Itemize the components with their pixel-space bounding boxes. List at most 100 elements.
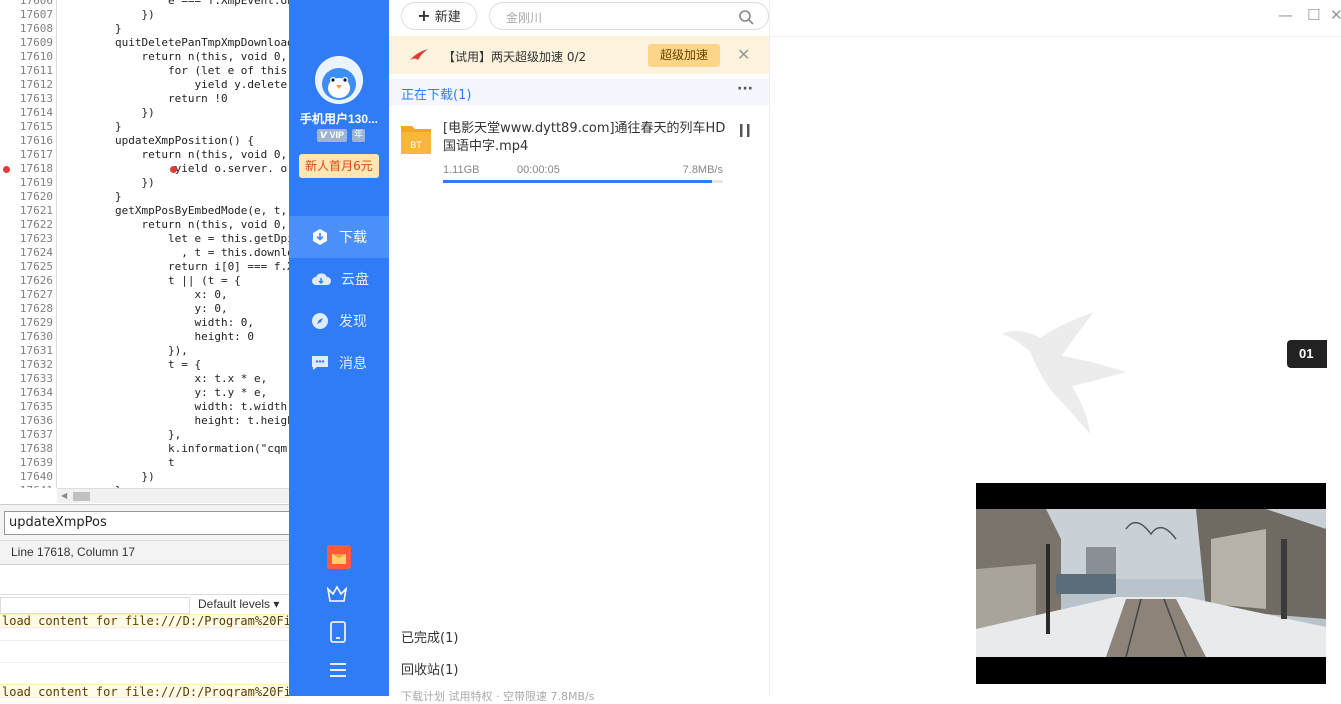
code-line[interactable]: width: t.width [62, 400, 287, 414]
code-line[interactable]: getXmpPosByEmbedMode(e, t, [62, 204, 287, 218]
gift-icon[interactable] [326, 544, 352, 574]
more-icon[interactable]: ··· [737, 81, 753, 97]
line-number[interactable]: 17623 [0, 232, 53, 246]
breakpoint-marker[interactable] [3, 166, 10, 173]
code-line[interactable]: width: 0, [62, 316, 254, 330]
menu-icon[interactable] [329, 662, 347, 682]
line-number[interactable]: 17629 [0, 316, 53, 330]
line-number[interactable]: 17624 [0, 246, 53, 260]
code-line[interactable]: return n(this, void 0, [62, 148, 287, 162]
line-number[interactable]: 17613 [0, 92, 53, 106]
line-number[interactable]: 17619 [0, 176, 53, 190]
code-line[interactable]: x: 0, [62, 288, 227, 302]
code-line[interactable]: height: t.heigh [62, 414, 290, 428]
console-filter-input[interactable] [0, 597, 190, 614]
line-number[interactable]: 17632 [0, 358, 53, 372]
nav-messages[interactable]: 消息 [289, 342, 389, 384]
minimize-icon[interactable]: — [1278, 6, 1293, 24]
super-boost-button[interactable]: 超级加速 [648, 44, 720, 67]
code-line[interactable]: t [62, 456, 175, 470]
code-line[interactable]: height: 0 [62, 330, 254, 344]
log-levels-dropdown[interactable]: Default levels ▾ [198, 597, 279, 611]
line-number[interactable]: 17628 [0, 302, 53, 316]
maximize-icon[interactable]: ☐ [1307, 6, 1320, 24]
scroll-left-icon[interactable]: ◀ [61, 491, 67, 500]
search-input[interactable]: 金刚川 [489, 2, 769, 30]
line-number[interactable]: 17630 [0, 330, 53, 344]
code-line[interactable]: return n(this, void 0, [62, 218, 287, 232]
code-line[interactable]: x: t.x * e, [62, 372, 267, 386]
line-number[interactable]: 17616 [0, 134, 53, 148]
line-number[interactable]: 17638 [0, 442, 53, 456]
line-number[interactable]: 17611 [0, 64, 53, 78]
horizontal-scrollbar[interactable]: ◀ [57, 488, 290, 503]
nav-download[interactable]: 下载 [289, 216, 389, 258]
code-line[interactable]: let e = this.getDpi [62, 232, 290, 246]
code-line[interactable]: y: t.y * e, [62, 386, 267, 400]
line-number[interactable]: 17617 [0, 148, 53, 162]
line-number[interactable]: 17607 [0, 8, 53, 22]
code-line[interactable]: t = { [62, 358, 201, 372]
line-number[interactable]: 17615 [0, 120, 53, 134]
code-line[interactable]: for (let e of this. [62, 64, 290, 78]
code-line[interactable]: }) [62, 470, 154, 484]
code-line[interactable]: }) [62, 176, 154, 190]
completed-section[interactable]: 已完成(1) [401, 627, 458, 646]
code-line[interactable]: yield y.delete [62, 78, 287, 92]
recycle-bin-section[interactable]: 回收站(1) [401, 659, 458, 678]
line-number[interactable]: 17622 [0, 218, 53, 232]
line-number[interactable]: 17606 [0, 0, 53, 8]
line-gutter[interactable]: 17606 17607 17608 17609 17610 17611 17612 17613… [0, 0, 57, 488]
line-number[interactable]: 17637 [0, 428, 53, 442]
line-number[interactable]: 17608 [0, 22, 53, 36]
code-line[interactable]: quitDeletePanTmpXmpDownload [62, 36, 290, 50]
line-number[interactable]: 17614 [0, 106, 53, 120]
line-number[interactable]: 17636 [0, 414, 53, 428]
code-line[interactable]: t || (t = { [62, 274, 241, 288]
code-editor[interactable]: 17606 17607 17608 17609 17610 17611 17612 17613… [0, 0, 290, 488]
line-number[interactable]: 17641 [0, 484, 53, 488]
downloading-section-header[interactable]: 正在下载(1) ··· [389, 79, 769, 106]
line-number[interactable]: 17627 [0, 288, 53, 302]
code-line[interactable]: y: 0, [62, 302, 227, 316]
close-window-icon[interactable]: ✕ [1330, 6, 1341, 24]
task-filename[interactable]: [电影天堂www.dytt89.com]通往春天的列车HD国语中字.mp4 [443, 120, 728, 156]
line-number[interactable]: 17639 [0, 456, 53, 470]
pause-icon[interactable] [739, 124, 751, 137]
code-line[interactable]: return !0 [62, 92, 228, 106]
crown-icon[interactable] [326, 584, 348, 608]
line-number[interactable]: 17634 [0, 386, 53, 400]
promo-button[interactable]: 新人首月6元 [299, 154, 379, 178]
code-line[interactable]: updateXmpPosition() { [62, 134, 254, 148]
phone-icon[interactable] [330, 621, 346, 647]
code-line[interactable]: } [62, 22, 122, 36]
line-number[interactable]: 17620 [0, 190, 53, 204]
code-line[interactable]: } [62, 120, 122, 134]
code-line[interactable]: }), [62, 344, 188, 358]
inline-breakpoint-icon[interactable] [170, 166, 177, 173]
code-line[interactable]: }) [62, 106, 154, 120]
line-number[interactable]: 17610 [0, 50, 53, 64]
code-line[interactable]: }, [62, 428, 181, 442]
code-line[interactable]: , t = this.downlo [62, 246, 290, 260]
username[interactable]: 手机用户130... [289, 110, 389, 127]
line-number[interactable]: 17640 [0, 470, 53, 484]
code-line[interactable]: e === f.XmpEvent.on [62, 0, 290, 8]
video-preview[interactable] [976, 483, 1326, 684]
code-line[interactable]: k.information("cqm [62, 442, 287, 456]
scroll-thumb[interactable] [73, 492, 90, 501]
nav-discover[interactable]: 发现 [289, 300, 389, 342]
code-line[interactable]: }) [62, 8, 154, 22]
avatar[interactable] [315, 56, 363, 104]
close-icon[interactable]: ✕ [737, 45, 750, 64]
line-number[interactable]: 17612 [0, 78, 53, 92]
line-number[interactable]: 17609 [0, 36, 53, 50]
new-task-button[interactable]: + 新建 [401, 2, 477, 30]
line-number[interactable]: 17633 [0, 372, 53, 386]
line-number[interactable]: 17631 [0, 344, 53, 358]
code-line[interactable]: return i[0] === f.X [62, 260, 290, 274]
code-line[interactable]: return n(this, void 0, [62, 50, 287, 64]
line-number[interactable]: 17635 [0, 400, 53, 414]
line-number[interactable]: 17626 [0, 274, 53, 288]
find-input[interactable]: updateXmpPos [4, 511, 290, 535]
